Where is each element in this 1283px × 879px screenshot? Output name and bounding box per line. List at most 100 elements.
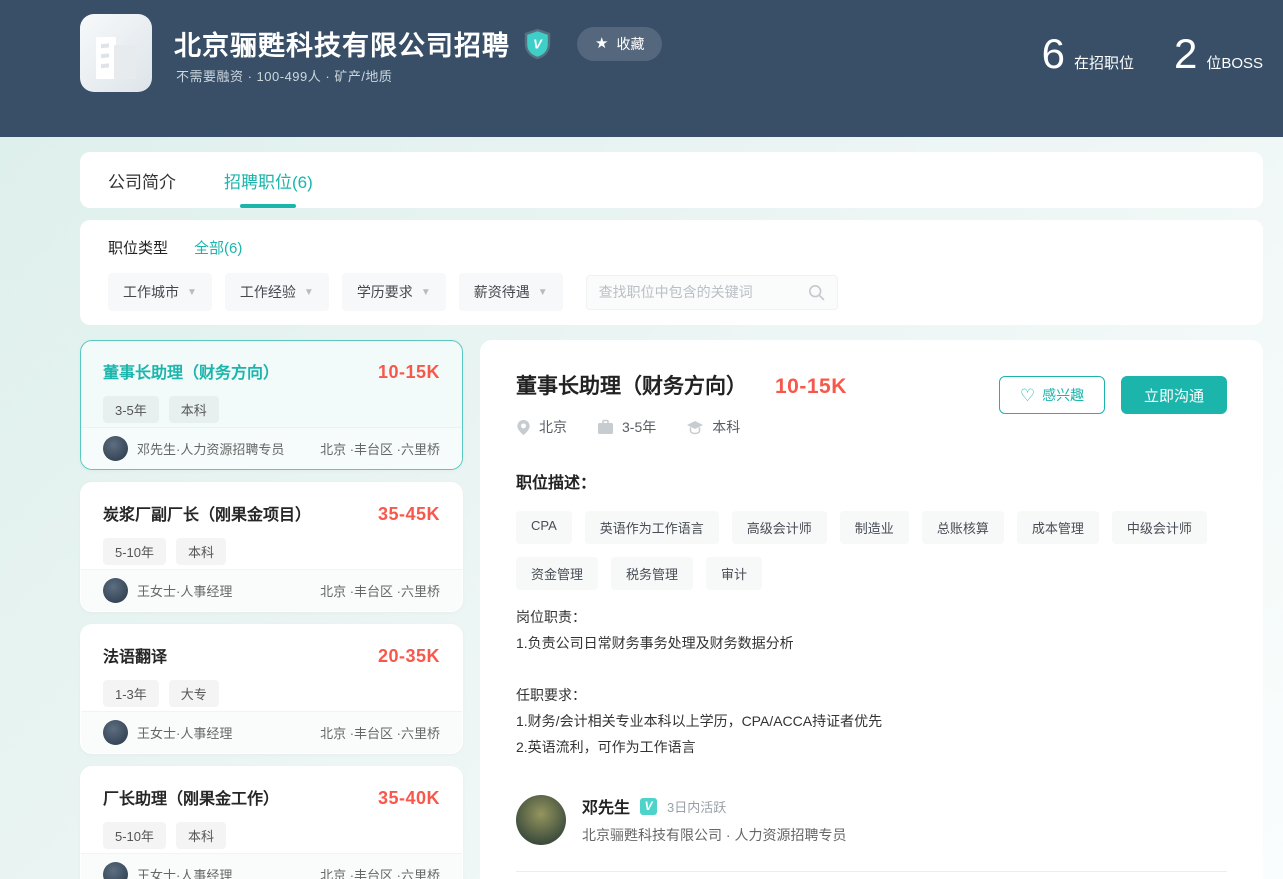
- company-name: 北京骊甦科技有限公司招聘: [174, 31, 510, 61]
- job-card-recruiter: 王女士·人事经理: [103, 578, 232, 603]
- job-tag: 3-5年: [103, 396, 159, 423]
- tab-job-positions[interactable]: 招聘职位(6): [224, 152, 313, 208]
- company-logo: [80, 14, 152, 92]
- header-stat: 6 在招职位: [1042, 33, 1134, 75]
- meta-text: 3-5年: [622, 419, 657, 435]
- dropdown-label: 工作经验: [239, 284, 296, 300]
- search-icon: [808, 284, 824, 300]
- recruiter-name: 邓先生: [582, 800, 631, 817]
- keyword-tag: 资金管理: [516, 557, 599, 590]
- filter-dropdown-1[interactable]: 工作经验 ▼: [224, 273, 329, 311]
- keyword-tag: 高级会计师: [731, 511, 827, 544]
- detail-meta-row: 北京 3-5年 本科: [516, 417, 1227, 437]
- keyword-tags: CPA 英语作为工作语言 高级会计师 制造业 总账核算 成本管理 中级会计师 资金管理 税务管理…: [516, 511, 1227, 590]
- job-tag: 大专: [168, 680, 219, 707]
- job-card-location: 北京 ·丰台区 ·六里桥: [320, 868, 440, 879]
- dropdown-label: 薪资待遇: [473, 284, 530, 300]
- filter-dropdown-row: 工作城市 ▼ 工作经验 ▼ 学历要求 ▼ 薪资待遇 ▼: [108, 273, 1235, 311]
- job-description-heading: 职位描述：: [516, 475, 597, 492]
- description-line: [516, 656, 1227, 682]
- job-card-salary: 10-15K: [377, 362, 440, 382]
- description-line: 1.负责公司日常财务事务处理及财务数据分析: [516, 635, 794, 651]
- company-header: 北京骊甦科技有限公司招聘 V ★ 收藏 不需要融资 · 100-499人 · 矿…: [0, 0, 1283, 137]
- stat-label: 在招职位: [1073, 55, 1134, 72]
- filter-dropdown-0[interactable]: 工作城市 ▼: [108, 273, 212, 311]
- job-type-all-link[interactable]: 全部(6): [194, 237, 242, 258]
- job-card-footer: 邓先生·人力资源招聘专员 北京 ·丰台区 ·六里桥: [81, 427, 462, 469]
- recruiter-text: 王女士·人事经理: [137, 584, 233, 599]
- job-tag: 本科: [168, 396, 219, 423]
- job-card-tags: 3-5年 本科: [103, 396, 440, 423]
- tab-company-intro[interactable]: 公司简介: [108, 152, 176, 208]
- divider: [516, 871, 1227, 872]
- filter-dropdown-2[interactable]: 学历要求 ▼: [341, 273, 446, 311]
- header-stats: 6 在招职位 2 位BOSS: [1042, 33, 1263, 75]
- job-card-recruiter: 邓先生·人力资源招聘专员: [103, 436, 284, 461]
- job-card[interactable]: 法语翻译 20-35K 1-3年 大专 王女士·人事经理 北京 ·丰台区 ·六里桥: [80, 624, 463, 754]
- company-tabs: 公司简介 招聘职位(6): [80, 152, 1263, 208]
- collect-label: 收藏: [616, 35, 645, 52]
- tab-label: 公司简介: [108, 172, 176, 192]
- keyword-tag: 中级会计师: [1111, 511, 1207, 544]
- collect-button[interactable]: ★ 收藏: [577, 26, 663, 61]
- keyword-tag: 成本管理: [1016, 511, 1099, 544]
- keyword-search-input[interactable]: [598, 284, 808, 300]
- recruiter-block[interactable]: 邓先生 V 3日内活跃 北京骊甦科技有限公司 · 人力资源招聘专员: [516, 794, 1227, 845]
- job-card-location: 北京 ·丰台区 ·六里桥: [320, 726, 440, 741]
- job-card[interactable]: 厂长助理（刚果金工作） 35-40K 5-10年 本科 王女士·人事经理 北京 ·…: [80, 766, 463, 879]
- chevron-down-icon: ▼: [420, 286, 431, 298]
- job-tag: 5-10年: [103, 822, 167, 849]
- job-tag: 本科: [176, 538, 227, 565]
- description-line: 任职要求：: [516, 687, 586, 703]
- job-tag: 5-10年: [103, 538, 167, 565]
- chevron-down-icon: ▼: [303, 286, 314, 298]
- company-meta: 不需要融资 · 100-499人 · 矿产/地质: [176, 69, 393, 84]
- recruiter-avatar: [103, 720, 128, 745]
- stat-value: 6: [1041, 30, 1065, 77]
- detail-meta-item: 本科: [686, 417, 740, 437]
- chevron-down-icon: ▼: [537, 286, 548, 298]
- filter-dropdown-3[interactable]: 薪资待遇 ▼: [458, 273, 563, 311]
- detail-meta-item: 北京: [516, 417, 567, 437]
- keyword-tag: 审计: [706, 557, 763, 590]
- recruiter-avatar: [516, 794, 566, 845]
- job-card-title: 厂长助理（刚果金工作）: [103, 791, 280, 808]
- job-card-tags: 5-10年 本科: [103, 538, 440, 565]
- active-tab-underline: [240, 204, 297, 208]
- detail-job-title: 董事长助理（财务方向）: [516, 375, 747, 398]
- star-icon: ★: [595, 35, 609, 52]
- chat-now-button[interactable]: 立即沟通: [1121, 376, 1227, 414]
- job-card[interactable]: 炭浆厂副厂长（刚果金项目） 35-45K 5-10年 本科 王女士·人事经理 北京…: [80, 482, 463, 612]
- job-card-footer: 王女士·人事经理 北京 ·丰台区 ·六里桥: [81, 711, 462, 753]
- job-card-salary: 35-40K: [377, 788, 440, 808]
- building-icon: [96, 37, 136, 79]
- briefcase-icon: [598, 419, 613, 434]
- dropdown-label: 学历要求: [356, 284, 413, 300]
- job-card-recruiter: 王女士·人事经理: [103, 862, 232, 879]
- job-tag: 本科: [176, 822, 227, 849]
- job-card[interactable]: 董事长助理（财务方向） 10-15K 3-5年 本科 邓先生·人力资源招聘专员 北…: [80, 340, 463, 470]
- job-tag: 1-3年: [103, 680, 159, 707]
- meta-text: 北京: [539, 419, 567, 435]
- verified-shield-icon: V: [524, 28, 551, 59]
- job-card-location: 北京 ·丰台区 ·六里桥: [320, 584, 440, 599]
- recruiter-avatar: [103, 578, 128, 603]
- job-card-salary: 20-35K: [377, 646, 440, 666]
- keyword-search-box[interactable]: [585, 274, 838, 310]
- keyword-tag: 总账核算: [921, 511, 1004, 544]
- interested-button[interactable]: ♡ 感兴趣: [999, 376, 1105, 414]
- filter-bar: 职位类型 全部(6) 工作城市 ▼ 工作经验 ▼ 学历要求 ▼ 薪资待遇 ▼: [80, 220, 1263, 325]
- header-stat: 2 位BOSS: [1174, 33, 1263, 75]
- stat-value: 2: [1173, 30, 1198, 77]
- heart-icon: ♡: [1019, 385, 1036, 405]
- job-description-text: 岗位职责： 1.负责公司日常财务事务处理及财务数据分析 任职要求： 1.财务/会计相…: [516, 604, 1227, 760]
- job-card-recruiter: 王女士·人事经理: [103, 720, 232, 745]
- recruiter-active-status: 3日内活跃: [667, 799, 727, 815]
- recruiter-avatar: [103, 862, 128, 879]
- detail-meta-item: 3-5年: [597, 417, 656, 437]
- job-list: 董事长助理（财务方向） 10-15K 3-5年 本科 邓先生·人力资源招聘专员 北…: [80, 340, 463, 879]
- svg-text:V: V: [533, 36, 543, 51]
- chevron-down-icon: ▼: [187, 286, 197, 298]
- dropdown-label: 工作城市: [123, 284, 179, 300]
- tab-label: 招聘职位(6): [224, 172, 313, 192]
